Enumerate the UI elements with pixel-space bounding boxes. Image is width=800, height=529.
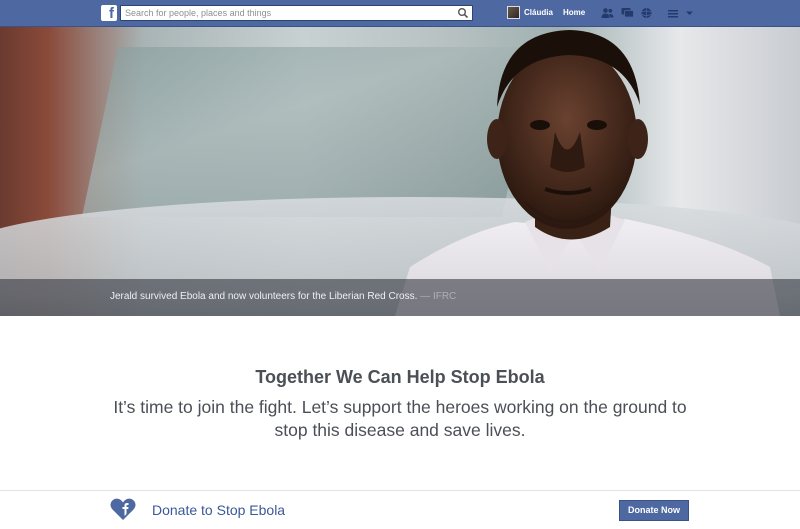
donate-now-button[interactable]: Donate Now <box>619 500 689 521</box>
search-icon[interactable] <box>457 7 469 19</box>
caption-credit: — IFRC <box>417 291 457 302</box>
person-photo <box>395 30 780 316</box>
hero-image: Jerald survived Ebola and now volunteers… <box>0 27 800 316</box>
home-link[interactable]: Home <box>563 8 585 17</box>
heart-facebook-icon <box>110 498 136 520</box>
search-box[interactable] <box>120 5 473 21</box>
notifications-icon[interactable] <box>640 7 653 19</box>
page-description: It’s time to join the fight. Let’s suppo… <box>113 397 687 440</box>
facebook-logo[interactable]: f <box>101 5 117 21</box>
privacy-icon[interactable] <box>667 7 680 19</box>
friends-icon[interactable] <box>601 7 614 19</box>
donate-label: Donate to Stop Ebola <box>152 502 286 518</box>
profile-link[interactable]: Cláudia <box>524 8 553 17</box>
messages-icon[interactable] <box>621 7 634 19</box>
photo-caption: Jerald survived Ebola and now volunteers… <box>110 291 456 302</box>
page-title: Together We Can Help Stop Ebola <box>255 367 545 387</box>
caption-bar: Jerald survived Ebola and now volunteers… <box>0 279 800 316</box>
donate-bar: Donate to Stop Ebola Donate Now <box>0 490 800 529</box>
top-navigation-bar: f Cláudia Home <box>0 0 800 27</box>
chevron-down-icon[interactable] <box>683 7 696 19</box>
caption-text: Jerald survived Ebola and now volunteers… <box>110 291 418 302</box>
avatar[interactable] <box>507 6 520 19</box>
search-input[interactable] <box>121 6 455 20</box>
